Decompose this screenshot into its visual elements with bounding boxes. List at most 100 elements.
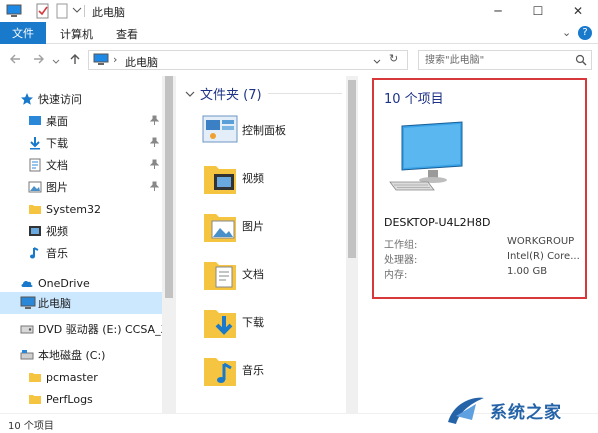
address-bar[interactable]: › 此电脑 ↻ <box>88 50 408 70</box>
tab-file[interactable]: 文件 <box>0 22 46 44</box>
picture-icon <box>28 180 42 194</box>
pin-icon[interactable] <box>149 159 160 172</box>
download-icon <box>28 136 42 150</box>
folder-item-documents[interactable]: 文档 <box>200 254 340 302</box>
title-separator <box>84 5 85 17</box>
address-dropdown-icon[interactable] <box>373 56 381 69</box>
pin-icon[interactable] <box>149 137 160 150</box>
sidebar-item-this-pc[interactable]: 此电脑 <box>0 292 162 314</box>
video-folder-icon <box>200 158 240 198</box>
watermark-logo-icon <box>446 394 486 429</box>
music-folder-icon <box>200 350 240 390</box>
up-icon[interactable] <box>68 52 82 70</box>
search-input[interactable] <box>425 53 565 67</box>
breadcrumb-this-pc[interactable]: 此电脑 <box>125 54 158 70</box>
detail-row-processor: 处理器: Intel(R) Core... <box>384 251 584 266</box>
sidebar-item-onedrive[interactable]: OneDrive <box>0 272 162 294</box>
folder-label: 文档 <box>242 268 264 281</box>
breadcrumb-separator: › <box>113 53 118 66</box>
computer-illustration-icon <box>388 120 468 203</box>
sidebar-label: PerfLogs <box>46 392 93 406</box>
folders-group-header[interactable]: 文件夹 (7) <box>184 84 262 103</box>
recent-locations-icon[interactable] <box>52 55 60 70</box>
this-pc-icon[interactable] <box>6 3 22 22</box>
sidebar-label: 图片 <box>46 181 68 194</box>
cloud-icon <box>20 276 34 290</box>
detail-row-workgroup: 工作组: WORKGROUP <box>384 236 584 251</box>
window-title: 此电脑 <box>92 6 125 19</box>
tab-computer[interactable]: 计算机 <box>60 26 93 42</box>
help-icon[interactable]: ? <box>578 26 592 40</box>
sidebar-item-desktop[interactable]: 桌面 <box>0 110 162 132</box>
navigation-pane: 快速访问 桌面 下载 文档 图片 System32 视频 音乐 OneDrive… <box>0 76 176 413</box>
sidebar-label: OneDrive <box>38 276 90 290</box>
watermark-text: 系统之家 <box>490 403 562 423</box>
detail-key: 内存: <box>384 270 408 281</box>
sidebar-item-pcmaster[interactable]: pcmaster <box>0 366 162 388</box>
star-icon <box>20 92 34 106</box>
maximize-button[interactable]: ☐ <box>518 0 558 22</box>
sidebar-item-music[interactable]: 音乐 <box>0 242 162 264</box>
tab-view[interactable]: 查看 <box>116 26 138 42</box>
folder-item-downloads[interactable]: 下载 <box>200 302 340 350</box>
search-icon[interactable] <box>575 54 587 69</box>
pin-icon[interactable] <box>149 181 160 194</box>
folder-item-music[interactable]: 音乐 <box>200 350 340 398</box>
folder-item-videos[interactable]: 视频 <box>200 158 340 206</box>
content-scrollbar[interactable] <box>346 76 358 413</box>
sidebar-item-downloads[interactable]: 下载 <box>0 132 162 154</box>
details-item-count: 10 个项目 <box>384 92 444 107</box>
quick-access-dropdown-icon[interactable] <box>72 5 82 18</box>
address-pc-icon <box>93 53 109 70</box>
sidebar-label: 下载 <box>46 137 68 150</box>
sidebar-item-pictures[interactable]: 图片 <box>0 176 162 198</box>
title-bar: 此电脑 ─ ☐ ✕ <box>0 0 598 22</box>
folders-group-title: 文件夹 (7) <box>200 88 262 103</box>
folder-item-pictures[interactable]: 图片 <box>200 206 340 254</box>
detail-row-memory: 内存: 1.00 GB <box>384 266 584 281</box>
sidebar-item-dvd-drive[interactable]: DVD 驱动器 (E:) CCSA_X64 <box>0 318 162 340</box>
sidebar-label: 此电脑 <box>38 297 71 310</box>
computer-name: DESKTOP-U4L2H8D <box>384 216 491 229</box>
folder-icon <box>28 370 42 384</box>
download-folder-icon <box>200 302 240 342</box>
folder-label: 下载 <box>242 316 264 329</box>
search-box[interactable] <box>418 50 592 70</box>
watermark: 系统之家 <box>428 388 598 433</box>
pin-icon[interactable] <box>149 115 160 128</box>
computer-icon <box>20 296 36 310</box>
sidebar-item-perflogs[interactable]: PerfLogs <box>0 388 162 410</box>
video-icon <box>28 224 42 238</box>
back-icon[interactable] <box>8 52 22 70</box>
document-folder-icon <box>200 254 240 294</box>
chevron-down-icon <box>185 91 195 97</box>
properties-icon[interactable] <box>36 3 50 22</box>
detail-value: 1.00 GB <box>507 266 548 277</box>
sidebar-scrollbar[interactable] <box>162 76 176 413</box>
sidebar-label: 本地磁盘 (C:) <box>38 349 106 362</box>
sidebar-item-system32[interactable]: System32 <box>0 198 162 220</box>
detail-value: Intel(R) Core... <box>507 251 580 262</box>
sidebar-label: 视频 <box>46 225 68 238</box>
folder-label: 控制面板 <box>242 124 286 137</box>
folder-icon <box>28 392 42 406</box>
minimize-button[interactable]: ─ <box>478 0 518 22</box>
new-folder-icon[interactable] <box>56 3 68 22</box>
sidebar-item-quick-access[interactable]: 快速访问 <box>0 88 162 110</box>
detail-value: WORKGROUP <box>507 236 575 247</box>
ribbon-expand-icon[interactable]: ⌄ <box>562 26 571 39</box>
refresh-icon[interactable]: ↻ <box>389 52 398 65</box>
close-button[interactable]: ✕ <box>558 0 598 22</box>
sidebar-item-local-disk[interactable]: 本地磁盘 (C:) <box>0 344 162 366</box>
folder-item-control-panel[interactable]: 控制面板 <box>200 110 340 158</box>
hard-disk-icon <box>20 348 34 362</box>
folder-label: 视频 <box>242 172 264 185</box>
folder-label: 图片 <box>242 220 264 233</box>
sidebar-label: DVD 驱动器 (E:) CCSA_X64 <box>38 323 162 336</box>
sidebar-scrollbar-thumb[interactable] <box>165 76 173 298</box>
forward-icon[interactable] <box>32 52 46 70</box>
ribbon: 文件 计算机 查看 ⌄ ? <box>0 22 598 44</box>
content-scrollbar-thumb[interactable] <box>348 80 356 258</box>
sidebar-item-documents[interactable]: 文档 <box>0 154 162 176</box>
sidebar-item-videos[interactable]: 视频 <box>0 220 162 242</box>
